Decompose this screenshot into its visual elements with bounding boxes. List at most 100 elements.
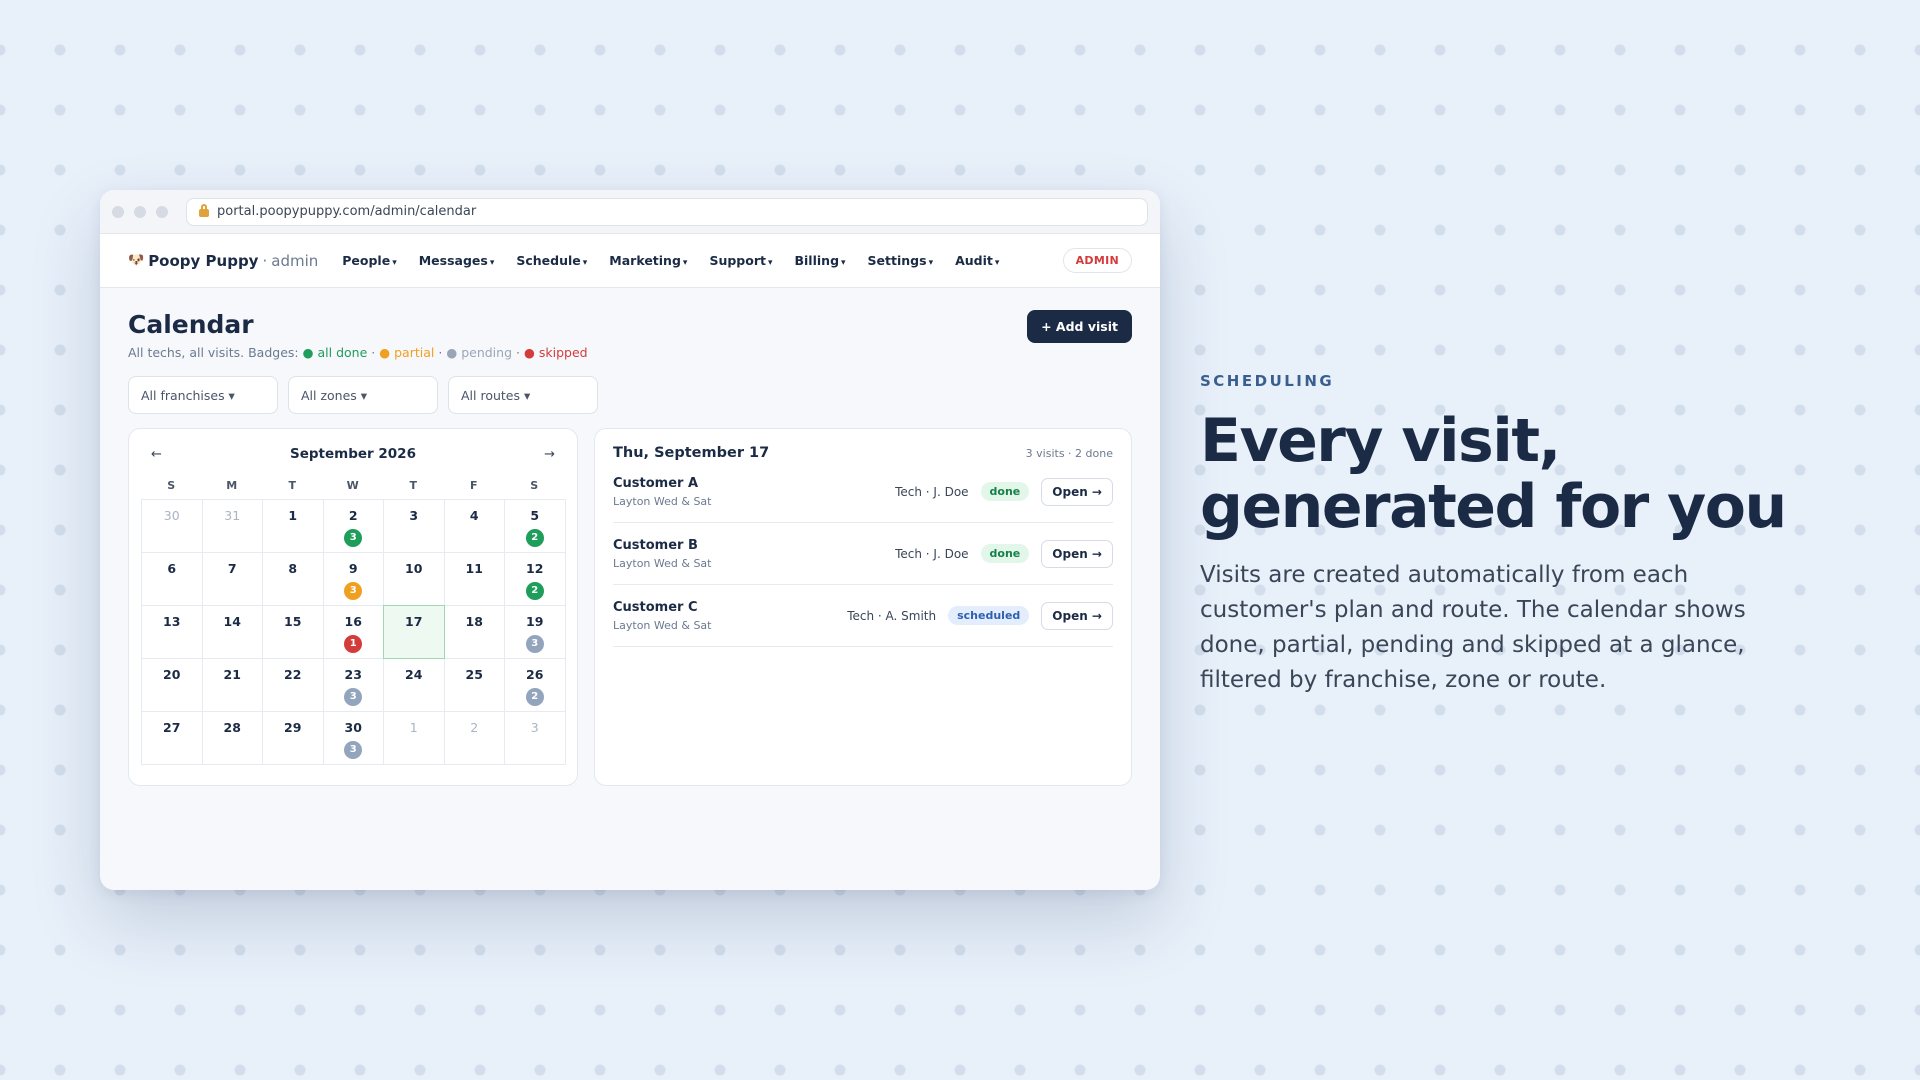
lock-icon (199, 204, 209, 217)
calendar-day[interactable]: 24 (383, 658, 445, 712)
calendar-day[interactable]: 52 (504, 499, 566, 553)
calendar-day[interactable]: 11 (443, 552, 505, 606)
chevron-down-icon: ▾ (582, 258, 588, 268)
calendar-day[interactable]: 93 (322, 552, 384, 606)
calendar-day[interactable]: 28 (201, 711, 263, 765)
role-badge[interactable]: ADMIN (1062, 248, 1132, 273)
visit-count-badge-pending: 3 (525, 635, 544, 653)
calendar-day[interactable]: 19 3 (504, 605, 566, 659)
hero-title-line-1: Every visit, (1200, 406, 1561, 476)
menu-settings-label: Settings (867, 253, 927, 268)
add-visit-button[interactable]: + Add visit (1027, 310, 1132, 343)
browser-titlebar: portal.poopypuppy.com/admin/calendar (100, 190, 1160, 234)
menu-settings[interactable]: Settings ▾ (868, 253, 934, 268)
status-badge: done (980, 544, 1030, 563)
day-number: 17 (405, 614, 423, 629)
day-number: 6 (167, 561, 177, 576)
next-month-arrow-icon[interactable]: → (544, 447, 555, 462)
calendar-day[interactable]: 26 2 (504, 658, 566, 712)
calendar-day[interactable]: 18 (443, 605, 505, 659)
calendar-day[interactable]: 21 (201, 658, 263, 712)
minimize-window-dot[interactable] (134, 205, 146, 218)
calendar-day[interactable]: 16 1 (322, 605, 384, 659)
menu-billing-label: Billing (794, 253, 840, 268)
calendar-day[interactable]: 12 2 (504, 552, 566, 606)
calendar-day[interactable]: 15 (262, 605, 324, 659)
menu-support[interactable]: Support ▾ (709, 253, 772, 268)
hero-title: Every visit, generated for you (1200, 408, 1820, 540)
day-number: 10 (405, 561, 423, 576)
brand-logo[interactable]: 🐶 Poopy Puppy · admin (128, 252, 318, 270)
calendar-day[interactable]: 3 (504, 711, 566, 765)
day-summary: 3 visits · 2 done (1025, 446, 1113, 460)
calendar-day[interactable]: 25 (443, 658, 505, 712)
calendar-day[interactable]: 31 (201, 499, 263, 553)
menu-support-label: Support (709, 253, 766, 268)
calendar-day[interactable]: 27 (141, 711, 203, 765)
page-subtitle: All techs, all visits. Badges: ● all don… (128, 345, 1132, 360)
franchise-filter[interactable]: All franchises ▾ (128, 376, 278, 414)
maximize-window-dot[interactable] (156, 205, 168, 218)
calendar-day[interactable]: 13 (141, 605, 203, 659)
calendar-day[interactable]: 14 (201, 605, 263, 659)
menu-people[interactable]: People ▾ (342, 253, 396, 268)
address-bar[interactable]: portal.poopypuppy.com/admin/calendar (186, 197, 1148, 226)
chevron-down-icon: ▾ (489, 258, 495, 268)
menu-schedule-label: Schedule (516, 253, 581, 268)
hero-section: SCHEDULING Every visit, generated for yo… (1200, 372, 1820, 698)
weekday-header: M (226, 479, 238, 492)
visit-count-badge-skipped: 1 (344, 635, 363, 653)
calendar-day[interactable]: 1 (383, 711, 445, 765)
calendar-day[interactable]: 22 (262, 658, 324, 712)
open-visit-button[interactable]: Open → (1041, 539, 1113, 568)
day-number: 3 (409, 508, 419, 523)
visit-info: Customer B Layton Wed & Sat (613, 538, 711, 570)
menu-schedule[interactable]: Schedule ▾ (516, 253, 587, 268)
visit-info: Customer C Layton Wed & Sat (613, 600, 711, 632)
open-visit-button[interactable]: Open → (1041, 601, 1113, 630)
legend-all-done: ● all done (302, 345, 368, 360)
calendar-day[interactable]: 6 (141, 552, 203, 606)
route-name: Layton Wed & Sat (613, 494, 712, 508)
calendar-day[interactable]: 29 (262, 711, 324, 765)
route-filter[interactable]: All routes ▾ (448, 376, 598, 414)
menu-audit[interactable]: Audit ▾ (955, 253, 999, 268)
visit-count-badge-pending: 2 (525, 688, 544, 706)
visit-row: Customer B Layton Wed & Sat Tech · J. Doe d… (613, 523, 1113, 585)
day-number: 30 (163, 508, 180, 523)
brand-separator: · (262, 251, 268, 270)
calendar-day[interactable]: 7 (201, 552, 263, 606)
calendar-day[interactable]: 30 (141, 499, 203, 553)
calendar-day[interactable]: 23 3 (322, 658, 384, 712)
calendar-day[interactable]: 2 (443, 711, 505, 765)
menu-billing[interactable]: Billing ▾ (795, 253, 846, 268)
prev-month-arrow-icon[interactable]: ← (151, 447, 162, 462)
calendar-day[interactable]: 4 (443, 499, 505, 553)
menu-marketing[interactable]: Marketing ▾ (609, 253, 687, 268)
route-name: Layton Wed & Sat (613, 556, 712, 570)
status-badge: scheduled (948, 606, 1030, 625)
day-detail-panel: Thu, September 17 3 visits · 2 done Cust… (594, 428, 1132, 786)
day-number: 27 (163, 720, 181, 735)
hero-eyebrow: SCHEDULING (1200, 372, 1335, 390)
calendar-day-today[interactable]: 17 (383, 605, 445, 659)
calendar-day[interactable]: 1 (262, 499, 324, 553)
legend-skipped: ● skipped (523, 345, 588, 360)
zone-filter[interactable]: All zones ▾ (288, 376, 438, 414)
tech-name: Tech · J. Doe (895, 484, 969, 499)
calendar-day[interactable]: 8 (262, 552, 324, 606)
visit-info: Customer A Layton Wed & Sat (613, 476, 711, 508)
puppy-icon: 🐶 (128, 253, 145, 268)
chevron-down-icon: ▾ (928, 258, 934, 268)
calendar-day[interactable]: 30 3 (322, 711, 384, 765)
calendar-day[interactable]: 10 (383, 552, 445, 606)
menu-messages[interactable]: Messages ▾ (419, 253, 495, 268)
open-visit-button[interactable]: Open → (1041, 477, 1113, 506)
day-number: 9 (348, 561, 358, 576)
close-window-dot[interactable] (112, 205, 124, 218)
calendar-day[interactable]: 20 (141, 658, 203, 712)
hero-title-line-2: generated for you (1200, 472, 1787, 542)
day-number: 30 (344, 720, 362, 735)
calendar-day[interactable]: 3 (383, 499, 445, 553)
calendar-day[interactable]: 23 (322, 499, 384, 553)
